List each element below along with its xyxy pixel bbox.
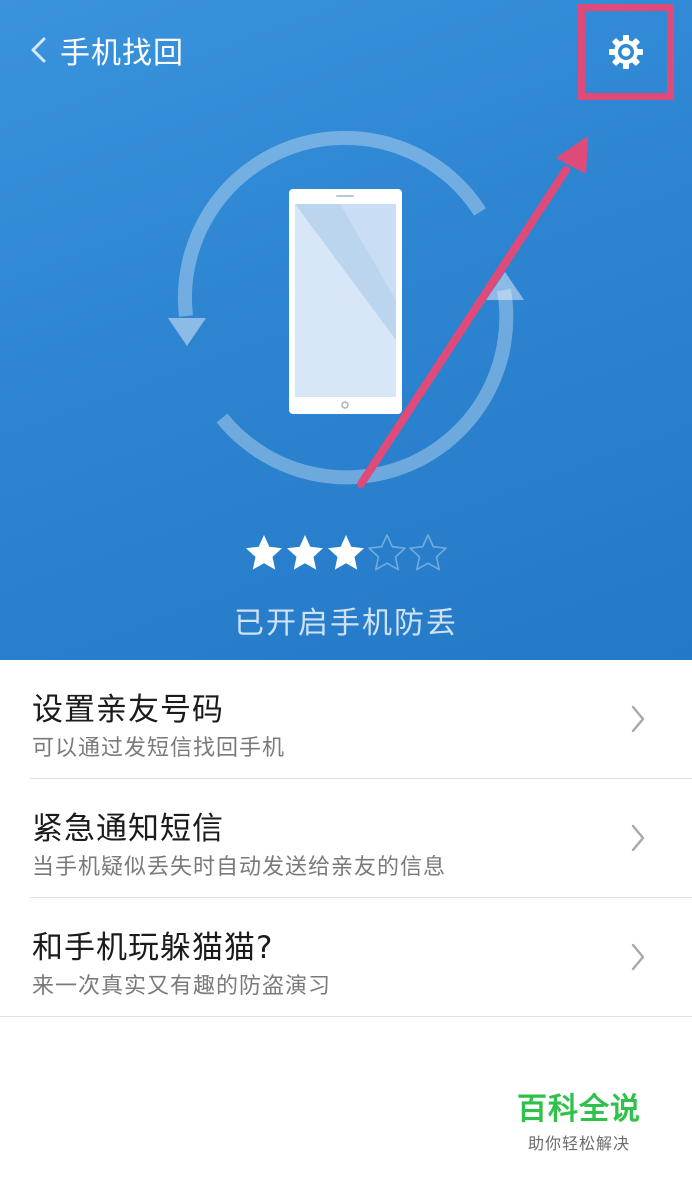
list-item-title: 和手机玩躲猫猫? <box>32 930 274 966</box>
star-empty-icon <box>368 534 406 571</box>
protection-rating <box>244 533 448 577</box>
settings-button[interactable] <box>578 4 674 100</box>
list-item-subtitle: 来一次真实又有趣的防盗演习 <box>32 974 332 999</box>
hero-panel: 手机找回 已开启手机防丢 <box>0 0 692 660</box>
watermark-logo: 百科全说 助你轻松解决 <box>514 1092 644 1154</box>
list-item-family-number[interactable]: 设置亲友号码 可以通过发短信找回手机 <box>0 660 692 779</box>
star-empty-icon <box>409 534 447 571</box>
watermark-subtitle: 助你轻松解决 <box>527 1134 630 1153</box>
chevron-left-icon <box>31 37 46 63</box>
star-filled-icon <box>328 535 364 570</box>
chevron-right-icon <box>631 824 645 852</box>
settings-list: 设置亲友号码 可以通过发短信找回手机 紧急通知短信 当手机疑似丢失时自动发送给亲… <box>0 660 692 1017</box>
list-item-subtitle: 可以通过发短信找回手机 <box>32 736 286 761</box>
back-button[interactable]: 手机找回 <box>24 22 184 78</box>
divider <box>0 1016 692 1017</box>
star-filled-icon <box>246 535 282 570</box>
list-item-title: 紧急通知短信 <box>32 811 224 847</box>
sync-arrow-head-left <box>168 318 206 346</box>
list-item-subtitle: 当手机疑似丢失时自动发送给亲友的信息 <box>32 855 447 880</box>
gear-icon <box>609 35 643 69</box>
star-filled-icon <box>287 535 323 570</box>
list-item-hide-and-seek[interactable]: 和手机玩躲猫猫? 来一次真实又有趣的防盗演习 <box>0 898 692 1017</box>
chevron-right-icon <box>631 705 645 733</box>
protection-status: 已开启手机防丢 <box>234 606 458 641</box>
list-item-emergency-sms[interactable]: 紧急通知短信 当手机疑似丢失时自动发送给亲友的信息 <box>0 779 692 898</box>
chevron-right-icon <box>631 943 645 971</box>
phone-icon <box>289 189 402 414</box>
watermark-title: 百科全说 <box>517 1092 641 1127</box>
page-title: 手机找回 <box>60 36 184 71</box>
list-item-title: 设置亲友号码 <box>32 692 224 728</box>
